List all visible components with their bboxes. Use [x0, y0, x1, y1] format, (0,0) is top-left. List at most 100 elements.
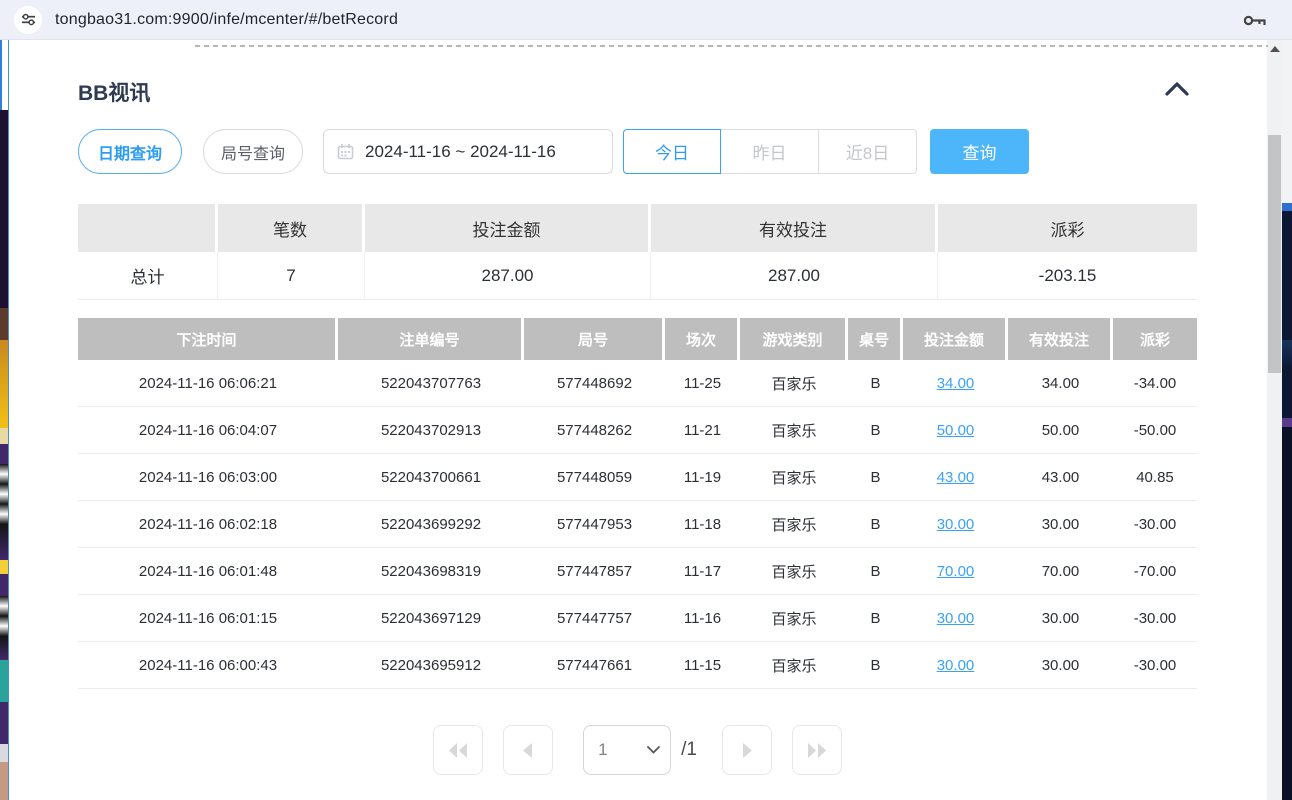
cell-payout: -34.00 — [1113, 360, 1197, 406]
bet-amount-link[interactable]: 50.00 — [937, 422, 975, 439]
chevron-down-icon — [647, 746, 660, 754]
cell-bet-time: 2024-11-16 06:00:43 — [78, 642, 338, 688]
header-bet-amount: 投注金额 — [903, 318, 1008, 360]
cell-slip-number: 522043698319 — [338, 548, 524, 594]
cell-payout: -30.00 — [1113, 501, 1197, 547]
summary-total-label: 总计 — [78, 252, 218, 299]
last-page-button[interactable] — [792, 725, 842, 775]
cell-bet-amount: 30.00 — [903, 501, 1008, 547]
quick-date-button-group: 今日 昨日 近8日 — [623, 129, 917, 174]
cell-round-number: 577447857 — [524, 548, 665, 594]
cell-session: 11-16 — [665, 595, 740, 641]
prev-page-button[interactable] — [503, 725, 553, 775]
search-button[interactable]: 查询 — [930, 129, 1029, 174]
cell-bet-amount: 50.00 — [903, 407, 1008, 453]
summary-header-row: 笔数 投注金额 有效投注 派彩 — [78, 204, 1197, 252]
bet-amount-link[interactable]: 34.00 — [937, 375, 975, 392]
page-select[interactable]: 1 — [583, 725, 671, 775]
calendar-icon — [337, 143, 354, 160]
cell-bet-time: 2024-11-16 06:06:21 — [78, 360, 338, 406]
cell-table-number: B — [848, 407, 903, 453]
cell-bet-time: 2024-11-16 06:03:00 — [78, 454, 338, 500]
header-session: 场次 — [665, 318, 740, 360]
cell-valid-bet: 30.00 — [1008, 642, 1113, 688]
bet-table-header-row: 下注时间 注单编号 局号 场次 游戏类别 桌号 投注金额 有效投注 派彩 — [78, 318, 1197, 360]
summary-total-valid-bet: 287.00 — [651, 252, 938, 299]
scrollbar-up-button[interactable] — [1267, 40, 1282, 58]
table-row: 2024-11-16 06:06:21522043707763577448692… — [78, 360, 1197, 407]
round-query-tab[interactable]: 局号查询 — [203, 129, 303, 174]
cell-valid-bet: 30.00 — [1008, 595, 1113, 641]
cell-session: 11-19 — [665, 454, 740, 500]
first-page-button[interactable] — [433, 725, 483, 775]
cell-session: 11-15 — [665, 642, 740, 688]
date-range-input[interactable]: 2024-11-16 ~ 2024-11-16 — [323, 129, 613, 174]
collapse-panel-button[interactable] — [1161, 76, 1193, 102]
table-row: 2024-11-16 06:02:18522043699292577447953… — [78, 501, 1197, 548]
cell-table-number: B — [848, 595, 903, 641]
background-page-blue-edge — [0, 40, 2, 110]
cell-slip-number: 522043702913 — [338, 407, 524, 453]
bet-amount-link[interactable]: 30.00 — [937, 610, 975, 627]
bet-amount-link[interactable]: 30.00 — [937, 516, 975, 533]
header-valid-bet: 有效投注 — [1008, 318, 1113, 360]
page-title: BB视讯 — [78, 77, 150, 107]
double-chevron-right-icon — [807, 743, 826, 758]
cell-valid-bet: 43.00 — [1008, 454, 1113, 500]
header-table-number: 桌号 — [848, 318, 903, 360]
today-button[interactable]: 今日 — [623, 129, 721, 174]
bet-amount-link[interactable]: 70.00 — [937, 563, 975, 580]
key-icon — [1243, 12, 1268, 29]
header-game-type: 游戏类别 — [740, 318, 848, 360]
header-slip-number: 注单编号 — [338, 318, 524, 360]
browser-address-bar: tongbao31.com:9900/infe/mcenter/#/betRec… — [0, 0, 1292, 40]
cell-session: 11-25 — [665, 360, 740, 406]
last-8-days-button[interactable]: 近8日 — [819, 129, 917, 174]
cell-game-type: 百家乐 — [740, 501, 848, 547]
cell-round-number: 577448262 — [524, 407, 665, 453]
summary-header-blank — [78, 204, 218, 252]
cell-game-type: 百家乐 — [740, 454, 848, 500]
cell-bet-time: 2024-11-16 06:01:15 — [78, 595, 338, 641]
cell-bet-amount: 30.00 — [903, 595, 1008, 641]
url-text[interactable]: tongbao31.com:9900/infe/mcenter/#/betRec… — [55, 11, 398, 29]
cell-game-type: 百家乐 — [740, 360, 848, 406]
cell-payout: -30.00 — [1113, 642, 1197, 688]
cell-bet-amount: 43.00 — [903, 454, 1008, 500]
pagination-bar: 1 /1 — [78, 724, 1197, 776]
cell-valid-bet: 34.00 — [1008, 360, 1113, 406]
summary-table: 笔数 投注金额 有效投注 派彩 总计 7 287.00 287.00 -203.… — [78, 204, 1197, 300]
next-page-button[interactable] — [722, 725, 772, 775]
chevron-up-icon — [1164, 81, 1190, 97]
bet-amount-link[interactable]: 43.00 — [937, 469, 975, 486]
cell-slip-number: 522043700661 — [338, 454, 524, 500]
yesterday-button[interactable]: 昨日 — [721, 129, 819, 174]
cell-slip-number: 522043707763 — [338, 360, 524, 406]
date-query-tab[interactable]: 日期查询 — [78, 129, 182, 174]
cell-game-type: 百家乐 — [740, 595, 848, 641]
cell-round-number: 577448692 — [524, 360, 665, 406]
date-range-value: 2024-11-16 ~ 2024-11-16 — [365, 142, 556, 162]
table-row: 2024-11-16 06:00:43522043695912577447661… — [78, 642, 1197, 689]
header-payout: 派彩 — [1113, 318, 1197, 360]
cell-bet-time: 2024-11-16 06:02:18 — [78, 501, 338, 547]
summary-total-row: 总计 7 287.00 287.00 -203.15 — [78, 252, 1197, 300]
cell-payout: -50.00 — [1113, 407, 1197, 453]
header-bet-time: 下注时间 — [78, 318, 338, 360]
cell-valid-bet: 30.00 — [1008, 501, 1113, 547]
chevron-left-icon — [523, 743, 533, 758]
summary-header-bet-amount: 投注金额 — [365, 204, 651, 252]
password-key-button[interactable] — [1242, 8, 1268, 32]
scroll-up-arrow-icon — [1270, 46, 1280, 52]
cell-session: 11-21 — [665, 407, 740, 453]
cell-slip-number: 522043699292 — [338, 501, 524, 547]
cell-bet-time: 2024-11-16 06:01:48 — [78, 548, 338, 594]
bet-amount-link[interactable]: 30.00 — [937, 657, 975, 674]
site-info-button[interactable] — [14, 6, 42, 34]
chevron-right-icon — [742, 743, 752, 758]
summary-header-valid-bet: 有效投注 — [651, 204, 938, 252]
cell-bet-amount: 70.00 — [903, 548, 1008, 594]
cell-session: 11-18 — [665, 501, 740, 547]
cell-valid-bet: 50.00 — [1008, 407, 1113, 453]
cell-round-number: 577448059 — [524, 454, 665, 500]
